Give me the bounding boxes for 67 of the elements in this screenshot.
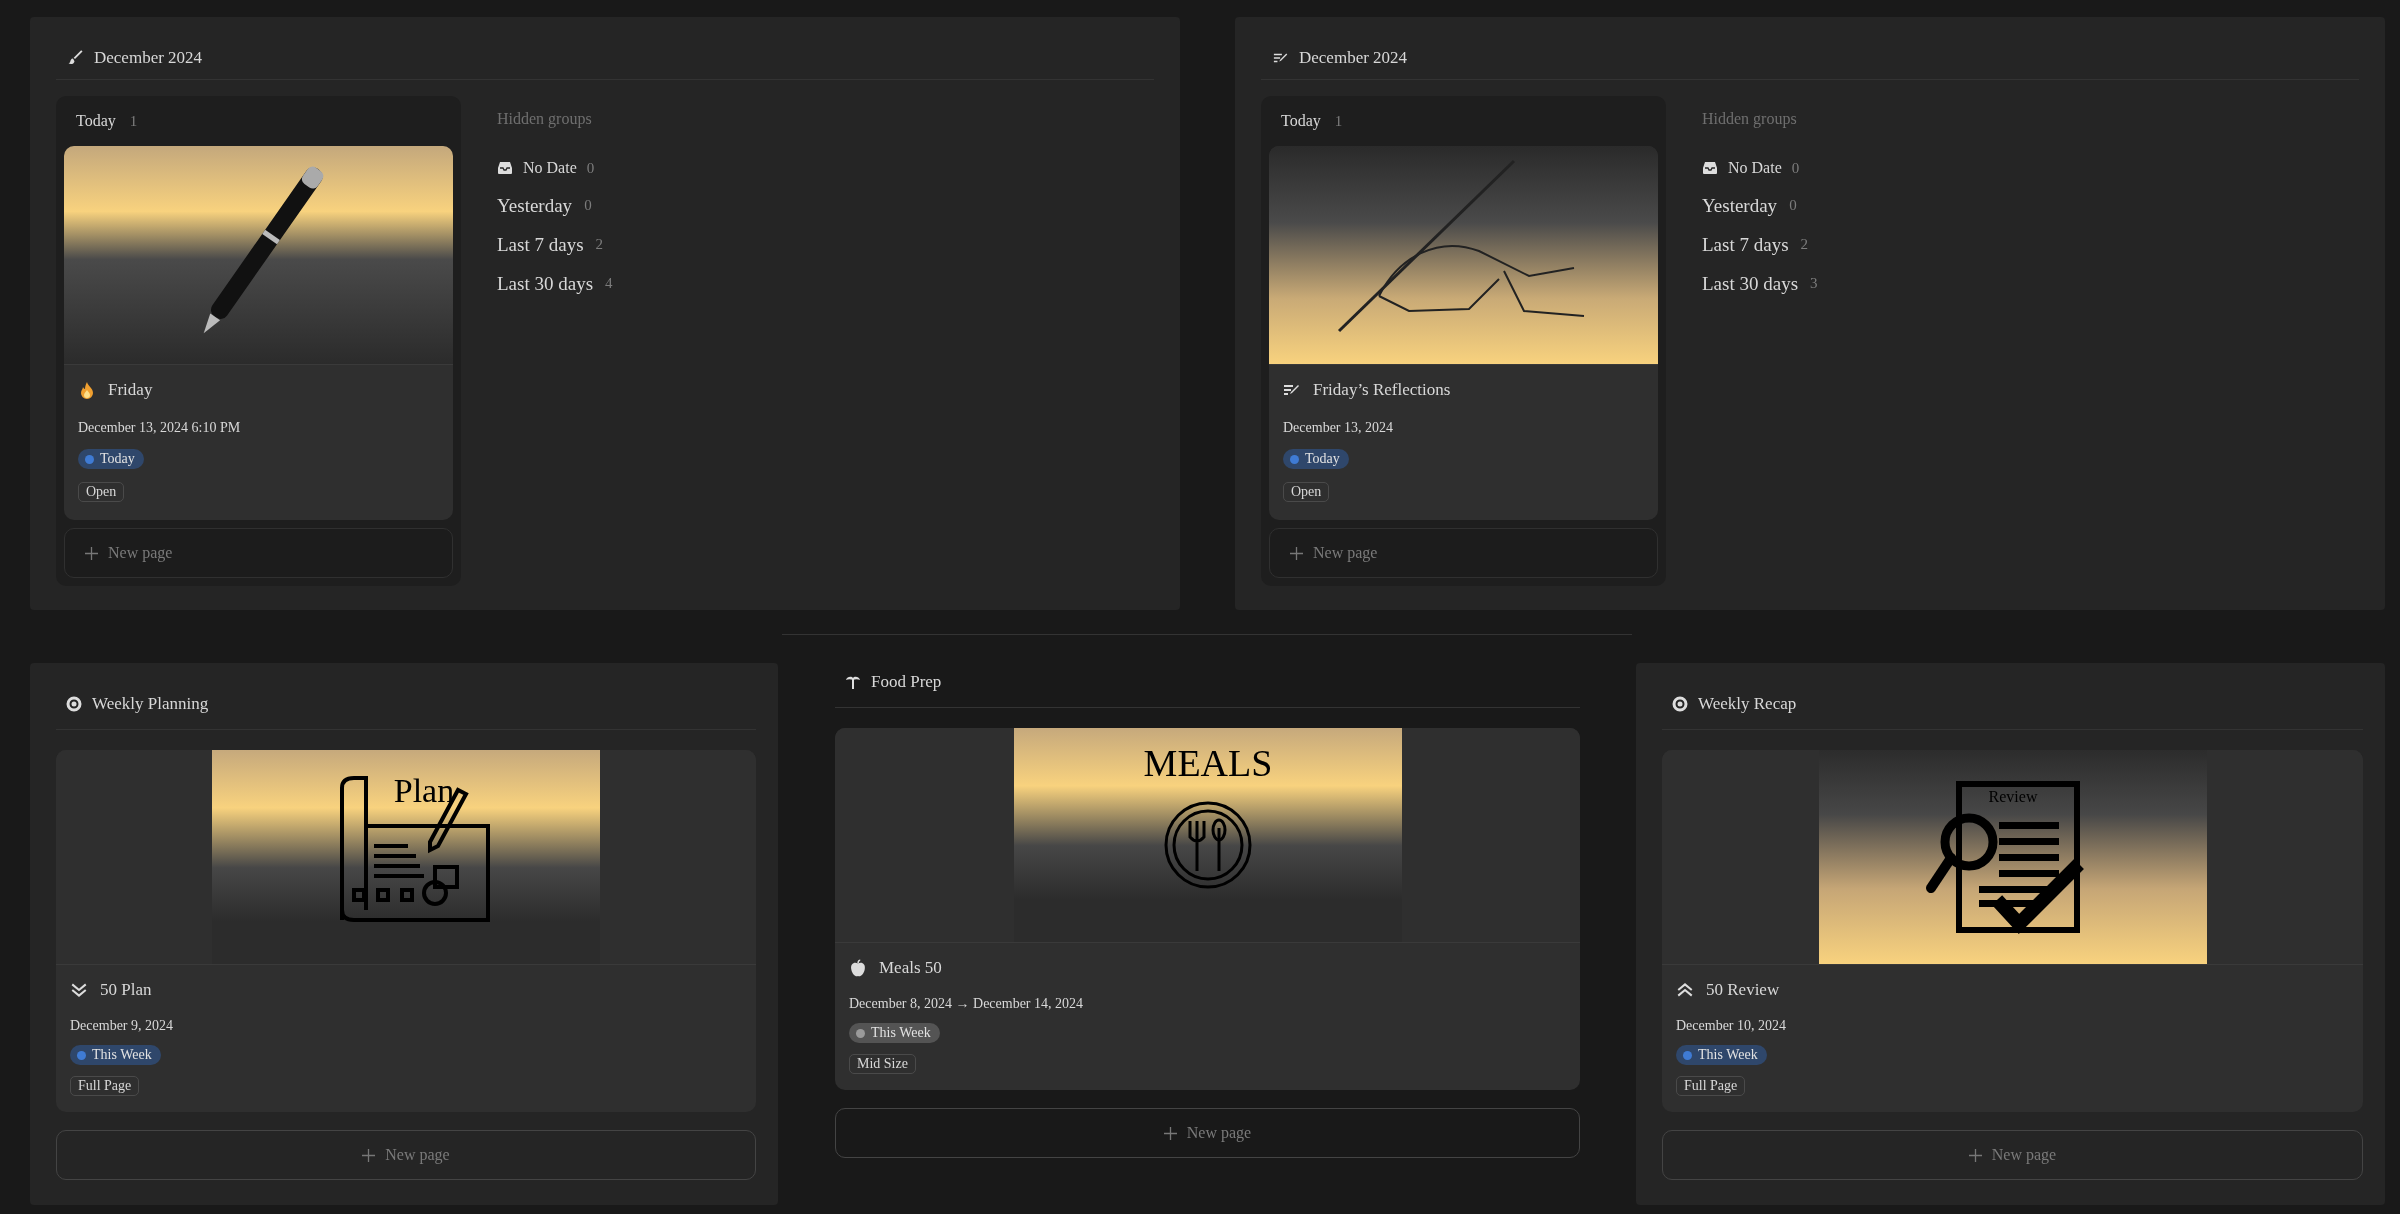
status-label: Today [100,451,135,467]
status-label: This Week [1698,1047,1758,1063]
plus-icon [362,1148,376,1162]
hidden-group[interactable]: Yesterday 0 [1702,186,1818,225]
new-page-button[interactable]: New page [64,528,453,578]
page-card[interactable]: Review 50 Review December 10, 2024 This Week Full Page [1662,750,2363,1112]
type-tag: Full Page [1676,1076,1746,1096]
hidden-group[interactable]: Last 7 days 2 [1702,225,1818,264]
card-title: 50 Plan [100,980,152,1000]
inbox-icon [497,161,513,175]
apple-icon [849,959,867,977]
plus-icon [1290,546,1303,560]
board-title: December 2024 [1299,48,1408,68]
page-card[interactable]: MEALS Meals 50 December 8, 2024 → December 14, 2024 This Week Mid Size [835,728,1580,1090]
group-label: Today [76,112,116,130]
hidden-group[interactable]: No Date 0 [1702,150,1818,186]
type-tag: Full Page [70,1076,140,1096]
new-page-button[interactable]: New page [1269,528,1658,578]
type-tag: Mid Size [849,1054,916,1074]
page-card[interactable]: Plan 50 Plan December 9, 2024 This Week Full Page [56,750,756,1112]
card-title: 50 Review [1706,980,1780,1000]
group-label: Today [1281,112,1321,130]
new-page-button[interactable]: New page [835,1108,1580,1158]
page-card[interactable]: Friday’s Reflections December 13, 2024 Today Open [1269,146,1658,520]
status-label: Today [1305,451,1340,467]
double-chevron-down-icon [70,981,88,999]
brush-icon [68,50,84,66]
card-date: December 10, 2024 [1676,1018,1788,1034]
card-date: December 13, 2024 [1283,420,1395,436]
card-date: December 8, 2024 → December 14, 2024 [849,996,1085,1012]
plus-icon [1163,1126,1177,1140]
hidden-group[interactable]: Yesterday 0 [497,186,613,225]
record-circle-icon [66,696,82,712]
gallery-title: Food Prep [871,672,942,692]
gallery-title: Weekly Recap [1698,694,1797,714]
page-card[interactable]: Friday December 13, 2024 6:10 PM Today Open [64,146,453,520]
new-page-button[interactable]: New page [56,1130,756,1180]
hidden-group[interactable]: Last 7 days 2 [497,225,613,264]
new-page-button[interactable]: New page [1662,1130,2363,1180]
status-label: This Week [92,1047,152,1063]
hidden-group[interactable]: No Date 0 [497,150,613,186]
palm-tree-icon [845,674,861,690]
type-tag: Open [1283,482,1330,502]
gallery-title: Weekly Planning [92,694,209,714]
plus-icon [85,546,98,560]
card-title: Friday [108,380,153,400]
board-title: December 2024 [94,48,203,68]
inbox-icon [1702,161,1718,175]
flame-icon [78,381,96,399]
hidden-group[interactable]: Last 30 days 4 [497,264,613,303]
plus-icon [1968,1148,1982,1162]
card-date: December 13, 2024 6:10 PM [78,420,242,436]
group-count: 1 [1334,112,1343,130]
card-date: December 9, 2024 [70,1018,175,1034]
type-tag: Open [78,482,125,502]
cover-text: Plan [393,772,455,809]
record-circle-icon [1672,696,1688,712]
status-label: This Week [871,1025,931,1041]
group-count: 1 [129,112,138,130]
hidden-groups-label: Hidden groups [497,110,593,130]
hidden-group[interactable]: Last 30 days 3 [1702,264,1818,303]
double-chevron-up-icon [1676,981,1694,999]
cover-text: Review [1988,788,2037,805]
card-title: Friday’s Reflections [1313,380,1451,400]
hidden-groups-label: Hidden groups [1702,110,1798,130]
cover-text: MEALS [1143,742,1272,784]
card-title: Meals 50 [879,958,942,978]
